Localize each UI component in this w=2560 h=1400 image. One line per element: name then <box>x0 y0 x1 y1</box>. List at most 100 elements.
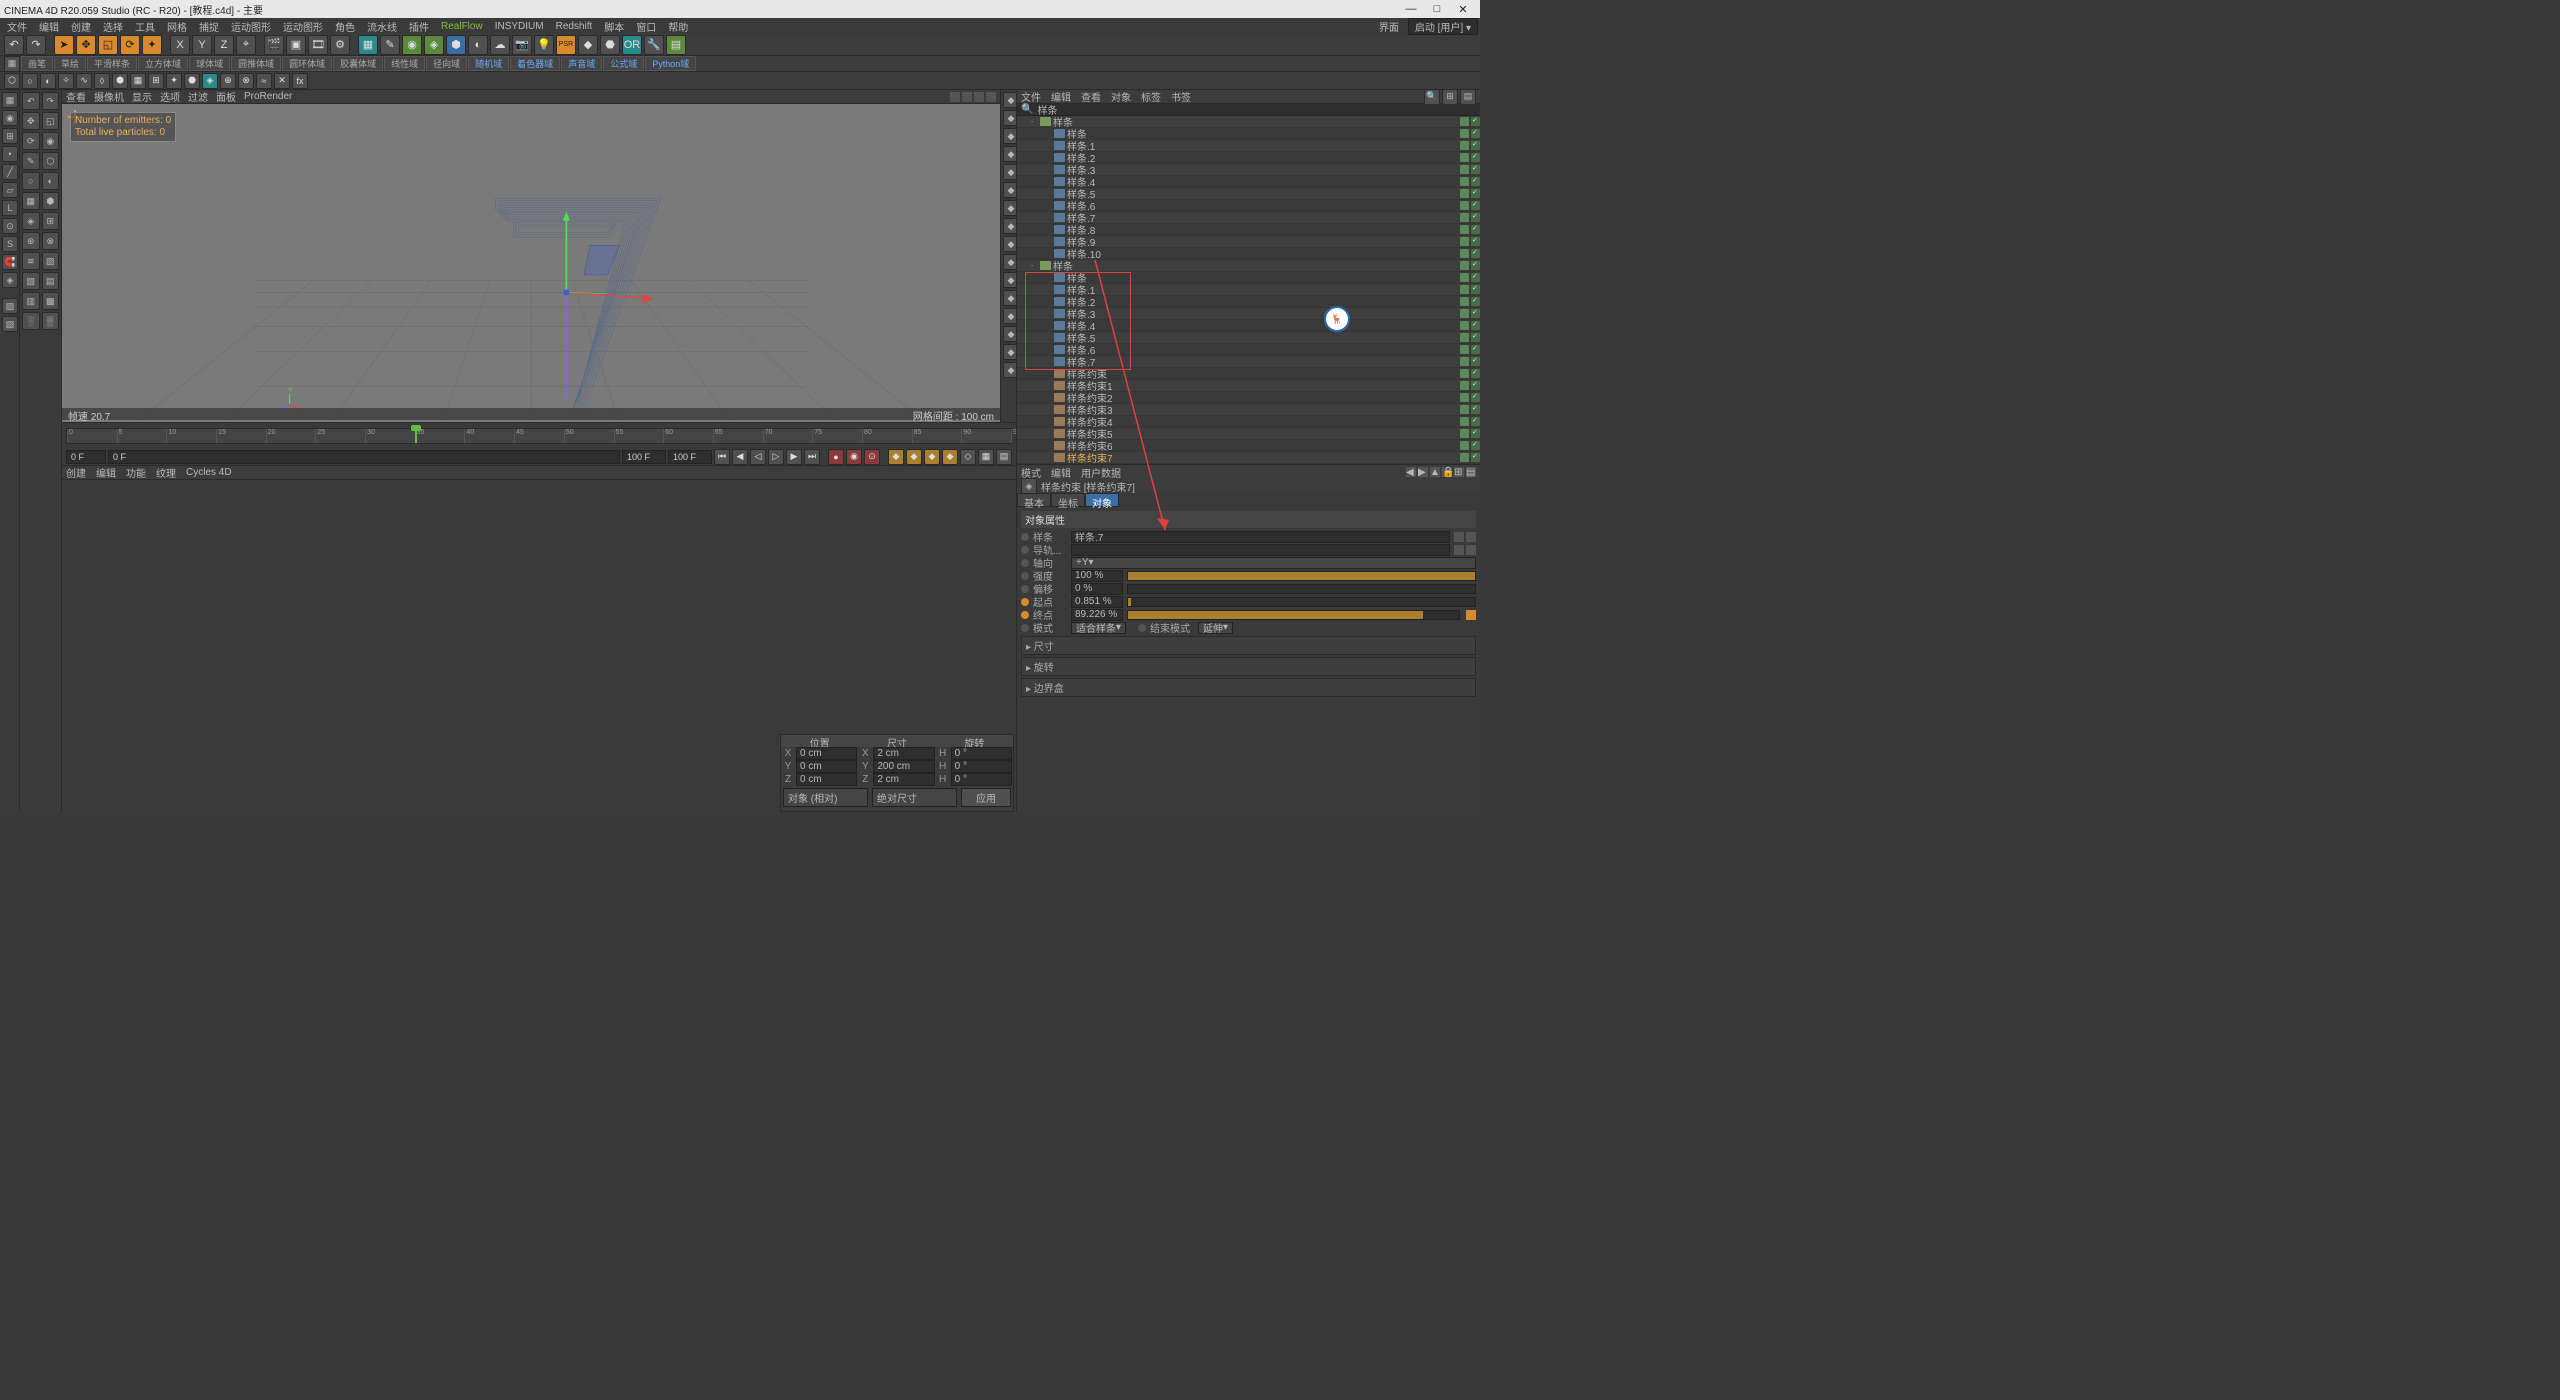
tool-a[interactable]: ◆ <box>578 35 598 55</box>
goto-start[interactable]: ⏮ <box>714 449 730 465</box>
lg-10[interactable]: ▦ <box>22 192 40 210</box>
lg-16[interactable]: ≋ <box>22 252 40 270</box>
lg-12[interactable]: ◈ <box>22 212 40 230</box>
key-pla[interactable]: ◇ <box>960 449 976 465</box>
mode-x[interactable]: ◈ <box>2 272 18 288</box>
workplane-mode[interactable]: ⊞ <box>2 128 18 144</box>
window-minimize[interactable]: — <box>1398 3 1424 15</box>
lg-14[interactable]: ⊕ <box>22 232 40 250</box>
goto-end[interactable]: ⏭ <box>804 449 820 465</box>
move-tool[interactable]: ✥ <box>76 35 96 55</box>
lg-7[interactable]: ⬡ <box>42 152 60 170</box>
t2-1[interactable]: ⬡ <box>4 73 20 89</box>
lg-20[interactable]: ▥ <box>22 292 40 310</box>
vp-icon-a[interactable] <box>950 92 960 102</box>
attr-mode-dropdown[interactable]: 适合样条 ▾ <box>1071 622 1126 634</box>
z-axis-lock[interactable]: Z <box>214 35 234 55</box>
light-tool[interactable]: 💡 <box>534 35 554 55</box>
menu-10[interactable]: 流水线 <box>362 19 402 34</box>
cube-primitive[interactable]: ▦ <box>358 35 378 55</box>
psr-button[interactable]: PSR <box>556 35 576 55</box>
lg-19[interactable]: ▤ <box>42 272 60 290</box>
attr-menu-用户数据[interactable]: 用户数据 <box>1081 465 1121 480</box>
pen-tool[interactable]: ✎ <box>380 35 400 55</box>
vp-menu-过滤[interactable]: 过滤 <box>188 89 208 104</box>
lg-0[interactable]: ↶ <box>22 92 40 110</box>
window-close[interactable]: ✕ <box>1450 3 1476 16</box>
window-maximize[interactable]: □ <box>1424 3 1450 15</box>
om-对象[interactable]: 对象 <box>1111 89 1131 104</box>
autokey[interactable]: ◉ <box>846 449 862 465</box>
t2-5[interactable]: ∿ <box>76 73 92 89</box>
t2-13[interactable]: ⊕ <box>220 73 236 89</box>
record-key[interactable]: ● <box>828 449 844 465</box>
layout-dropdown[interactable]: 启动 [用户] ▾ <box>1408 18 1478 35</box>
vp-menu-摄像机[interactable]: 摄像机 <box>94 89 124 104</box>
point-mode[interactable]: • <box>2 146 18 162</box>
om-标签[interactable]: 标签 <box>1141 89 1161 104</box>
render-settings[interactable]: ⚙ <box>330 35 350 55</box>
lg-21[interactable]: ▩ <box>42 292 60 310</box>
menu-3[interactable]: 选择 <box>98 19 128 34</box>
menu-8[interactable]: 运动图形 <box>278 19 328 34</box>
obj-row[interactable]: 样条约束7 <box>1017 452 1480 464</box>
attr-axis-dropdown[interactable]: +Y ▾ <box>1071 557 1476 569</box>
model-mode[interactable]: ▦ <box>2 92 18 108</box>
btab-创建[interactable]: 创建 <box>66 465 86 480</box>
t2-12[interactable]: ◈ <box>202 73 218 89</box>
t2-4[interactable]: ✧ <box>58 73 74 89</box>
t2-16[interactable]: ✕ <box>274 73 290 89</box>
link-arrow-icon[interactable] <box>1454 532 1464 542</box>
field-1[interactable]: 草绘 <box>54 56 86 71</box>
y-axis-lock[interactable]: Y <box>192 35 212 55</box>
menu-5[interactable]: 网格 <box>162 19 192 34</box>
btab-编辑[interactable]: 编辑 <box>96 465 116 480</box>
subdiv-surface[interactable]: ◉ <box>402 35 422 55</box>
mat-a[interactable]: ▨ <box>2 298 18 314</box>
menu-14[interactable]: Redshift <box>551 21 598 32</box>
attr-spline-field[interactable]: 样条.7 <box>1071 531 1450 543</box>
t2-2[interactable]: ○ <box>22 73 38 89</box>
coord-mode1[interactable]: 对象 (相对) <box>783 788 868 807</box>
attr-offset-field[interactable]: 0 % <box>1071 583 1123 595</box>
vp-menu-选项[interactable]: 选项 <box>160 89 180 104</box>
timeline-ruler[interactable]: 05101520253035404550556065707580859095 <box>62 422 1016 448</box>
om-icon-b[interactable]: ⊞ <box>1442 89 1458 105</box>
t2-17[interactable]: fx <box>292 73 308 89</box>
object-search[interactable]: 🔍样条 <box>1017 104 1480 116</box>
attr-end-field[interactable]: 89.226 % <box>1071 609 1123 621</box>
field-9[interactable]: 径向域 <box>426 56 467 71</box>
attr-tab-对象[interactable]: 对象 <box>1085 493 1119 507</box>
vp-menu-显示[interactable]: 显示 <box>132 89 152 104</box>
step-fwd[interactable]: ▶ <box>786 449 802 465</box>
environment[interactable]: ☁ <box>490 35 510 55</box>
t2-3[interactable]: ◐ <box>40 73 56 89</box>
lg-6[interactable]: ✎ <box>22 152 40 170</box>
undo-button[interactable]: ↶ <box>4 35 24 55</box>
attr-strength-field[interactable]: 100 % <box>1071 570 1123 582</box>
lg-23[interactable]: ▒ <box>42 312 60 330</box>
render-view[interactable]: 🎬 <box>264 35 284 55</box>
attr-start-field[interactable]: 0.851 % <box>1071 596 1123 608</box>
extrude-gen[interactable]: ◈ <box>424 35 444 55</box>
menu-7[interactable]: 运动图形 <box>226 19 276 34</box>
t2-11[interactable]: ⬣ <box>184 73 200 89</box>
tl-end-field[interactable]: 100 F <box>668 450 712 464</box>
field-12[interactable]: 声音域 <box>561 56 602 71</box>
tl-start-field[interactable]: 0 F <box>66 450 106 464</box>
attr-endmode-dropdown[interactable]: 延伸 ▾ <box>1198 622 1233 634</box>
attr-nav-back[interactable]: ◀ <box>1406 467 1416 477</box>
vp-menu-ProRender[interactable]: ProRender <box>244 91 292 102</box>
lg-22[interactable]: ░ <box>22 312 40 330</box>
t2-6[interactable]: ◊ <box>94 73 110 89</box>
attr-b[interactable]: ▤ <box>1466 467 1476 477</box>
field-5[interactable]: 圆推体域 <box>231 56 281 71</box>
lg-2[interactable]: ✥ <box>22 112 40 130</box>
tl-scrub[interactable]: 0 F <box>108 450 620 464</box>
coord-mode2[interactable]: 绝对尺寸 <box>872 788 957 807</box>
field-0[interactable]: 画笔 <box>21 56 53 71</box>
field-7[interactable]: 胶囊体域 <box>333 56 383 71</box>
poly-mode[interactable]: ▱ <box>2 182 18 198</box>
link-target-icon[interactable] <box>1466 545 1476 555</box>
field-14[interactable]: Python域 <box>645 56 696 71</box>
